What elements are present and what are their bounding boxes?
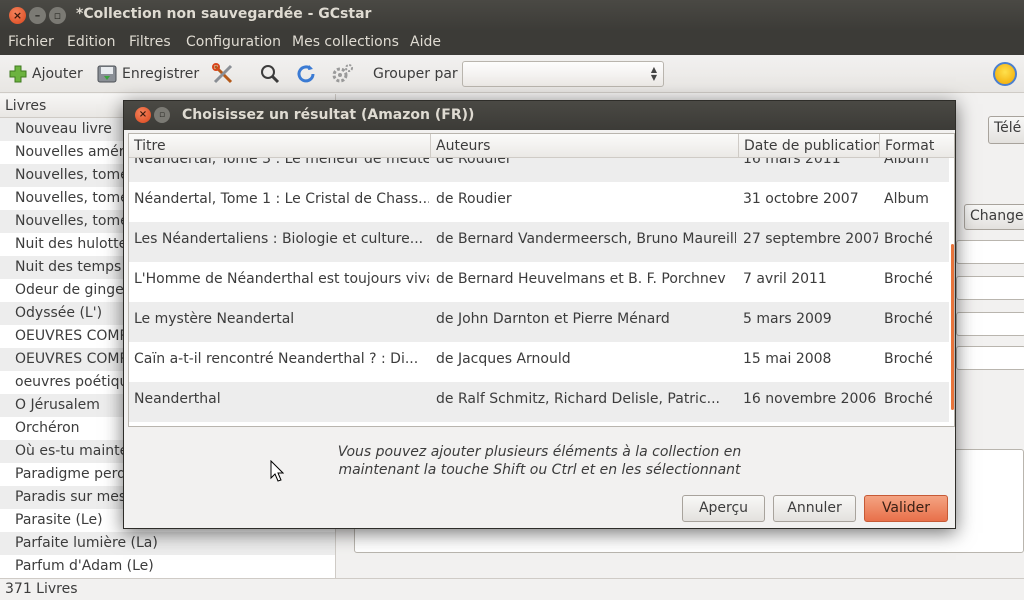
table-body: Néandertal, Tome 3 : Le meneur de meute d… bbox=[129, 158, 949, 426]
scrollbar-thumb[interactable] bbox=[951, 244, 954, 410]
cell-date: 15 mai 2008 bbox=[743, 351, 832, 367]
cancel-button[interactable]: Annuler bbox=[773, 495, 856, 522]
cell-date: 27 septembre 2007 bbox=[743, 231, 878, 247]
refresh-button[interactable] bbox=[295, 63, 321, 85]
cell-date: 16 mars 2011 bbox=[743, 158, 841, 167]
cell-format: Album bbox=[884, 158, 929, 167]
table-header: Titre Auteurs Date de publication Format bbox=[129, 134, 954, 158]
cell-date: 7 avril 2011 bbox=[743, 271, 827, 287]
cell-date: 16 novembre 2006 bbox=[743, 391, 877, 407]
validate-button[interactable]: Valider bbox=[864, 495, 948, 522]
mouse-pointer-icon bbox=[270, 460, 284, 482]
list-item[interactable]: Parfum d'Adam (Le) bbox=[0, 555, 335, 578]
cell-date: 5 mars 2009 bbox=[743, 311, 832, 327]
table-row[interactable]: Caïn a-t-il rencontré Neanderthal ? : Di… bbox=[129, 342, 949, 382]
change-button[interactable]: Changer bbox=[964, 204, 1024, 230]
cell-format: Broché bbox=[884, 391, 933, 407]
plus-icon bbox=[9, 65, 27, 83]
cell-date: 31 octobre 2007 bbox=[743, 191, 859, 207]
user-avatar-icon[interactable] bbox=[993, 62, 1017, 86]
hint-line-2: maintenant la touche Shift ou Ctrl et en… bbox=[338, 462, 741, 478]
column-header-authors[interactable]: Auteurs bbox=[431, 134, 739, 158]
window-titlebar: × – ▫ *Collection non sauvegardée - GCst… bbox=[0, 0, 1024, 31]
cell-format: Album bbox=[884, 191, 929, 207]
group-by-select[interactable]: ▲ ▼ bbox=[462, 61, 664, 87]
table-row[interactable]: Les Néandertaliens : Biologie et culture… bbox=[129, 222, 949, 262]
add-button[interactable]: Ajouter bbox=[8, 63, 83, 85]
save-button[interactable]: Enregistrer bbox=[96, 63, 199, 85]
settings-button[interactable] bbox=[330, 63, 358, 85]
results-table[interactable]: Titre Auteurs Date de publication Format… bbox=[128, 133, 955, 427]
menu-filtres[interactable]: Filtres bbox=[129, 34, 171, 50]
tools-icon bbox=[212, 63, 233, 84]
detail-field-1[interactable] bbox=[956, 240, 1024, 264]
cell-title: Les Néandertaliens : Biologie et culture… bbox=[134, 231, 424, 247]
menu-fichier[interactable]: Fichier bbox=[8, 34, 54, 50]
cell-format: Broché bbox=[884, 231, 933, 247]
cell-title: Le mystère Neandertal bbox=[134, 311, 295, 327]
cell-authors: de Ralf Schmitz, Richard Delisle, Patric… bbox=[436, 391, 720, 407]
tools-button[interactable] bbox=[211, 63, 239, 85]
table-row[interactable]: Le mystère Neandertal de John Darnton et … bbox=[129, 302, 949, 342]
gear-icon bbox=[332, 64, 353, 83]
item-count: 371 Livres bbox=[5, 581, 78, 597]
download-button[interactable]: Télé bbox=[988, 116, 1024, 144]
cell-title: L'Homme de Néanderthal est toujours viva… bbox=[134, 271, 429, 287]
detail-field-3[interactable] bbox=[956, 312, 1024, 336]
spin-arrows-icon: ▲ ▼ bbox=[650, 65, 657, 82]
menu-aide[interactable]: Aide bbox=[410, 34, 441, 50]
cell-format: Broché bbox=[884, 351, 933, 367]
detail-field-2[interactable] bbox=[956, 276, 1024, 300]
column-header-date[interactable]: Date de publication bbox=[739, 134, 880, 158]
menu-configuration[interactable]: Configuration bbox=[186, 34, 281, 50]
cell-format: Broché bbox=[884, 271, 933, 287]
cell-title: Néandertal, Tome 1 : Le Cristal de Chass… bbox=[134, 191, 429, 207]
cell-authors: de Bernard Vandermeersch, Bruno Maureill… bbox=[436, 231, 736, 247]
column-header-title[interactable]: Titre bbox=[129, 134, 431, 158]
close-icon[interactable]: × bbox=[9, 7, 26, 24]
list-item[interactable]: Parfaite lumière (La) bbox=[0, 532, 335, 555]
cell-authors: de John Darnton et Pierre Ménard bbox=[436, 311, 670, 327]
status-bar: 371 Livres bbox=[0, 578, 1024, 600]
dialog-titlebar: × ▫ Choisissez un résultat (Amazon (FR)) bbox=[124, 101, 955, 130]
column-header-format[interactable]: Format bbox=[880, 134, 954, 158]
table-row[interactable]: Néandertal, Tome 1 : Le Cristal de Chass… bbox=[129, 182, 949, 222]
cell-title: Neanderthal bbox=[134, 391, 221, 407]
toolbar: Ajouter Enregistrer Grouper par ▲ ▼ bbox=[0, 55, 1024, 93]
cell-title: Néandertal, Tome 3 : Le meneur de meute bbox=[134, 158, 429, 167]
table-row[interactable]: L'Homme de Néanderthal est toujours viva… bbox=[129, 262, 949, 302]
hint-line-1: Vous pouvez ajouter plusieurs éléments à… bbox=[337, 444, 742, 460]
menu-mes-collections[interactable]: Mes collections bbox=[292, 34, 399, 50]
cell-title: Caïn a-t-il rencontré Neanderthal ? : Di… bbox=[134, 351, 419, 367]
maximize-icon[interactable]: ▫ bbox=[154, 107, 170, 123]
minimize-icon[interactable]: – bbox=[29, 7, 46, 24]
cell-authors: de Jacques Arnould bbox=[436, 351, 571, 367]
result-dialog: × ▫ Choisissez un résultat (Amazon (FR))… bbox=[123, 100, 956, 529]
refresh-icon bbox=[297, 65, 315, 83]
window-title: *Collection non sauvegardée - GCstar bbox=[76, 6, 372, 22]
save-label: Enregistrer bbox=[122, 66, 200, 82]
menu-edition[interactable]: Edition bbox=[67, 34, 115, 50]
cell-format: Broché bbox=[884, 311, 933, 327]
close-icon[interactable]: × bbox=[135, 107, 151, 123]
search-icon bbox=[261, 65, 280, 84]
menu-bar: Fichier Edition Filtres Configuration Me… bbox=[0, 31, 1024, 55]
detail-field-4[interactable] bbox=[956, 346, 1024, 370]
cell-authors: de Roudier bbox=[436, 191, 512, 207]
preview-button[interactable]: Aperçu bbox=[682, 495, 765, 522]
add-label: Ajouter bbox=[32, 66, 83, 82]
group-by-label: Grouper par bbox=[373, 66, 458, 82]
cell-authors: de Roudier bbox=[436, 158, 512, 167]
search-button[interactable] bbox=[259, 63, 285, 85]
table-row[interactable]: Néandertal, Tome 3 : Le meneur de meute d… bbox=[129, 158, 949, 182]
table-row[interactable]: Neanderthal de Ralf Schmitz, Richard Deli… bbox=[129, 382, 949, 422]
cell-authors: de Bernard Heuvelmans et B. F. Porchnev bbox=[436, 271, 726, 287]
multi-select-hint: Vous pouvez ajouter plusieurs éléments à… bbox=[124, 443, 955, 479]
maximize-icon[interactable]: ▫ bbox=[49, 7, 66, 24]
save-icon bbox=[97, 65, 117, 83]
dialog-title: Choisissez un résultat (Amazon (FR)) bbox=[182, 107, 475, 123]
